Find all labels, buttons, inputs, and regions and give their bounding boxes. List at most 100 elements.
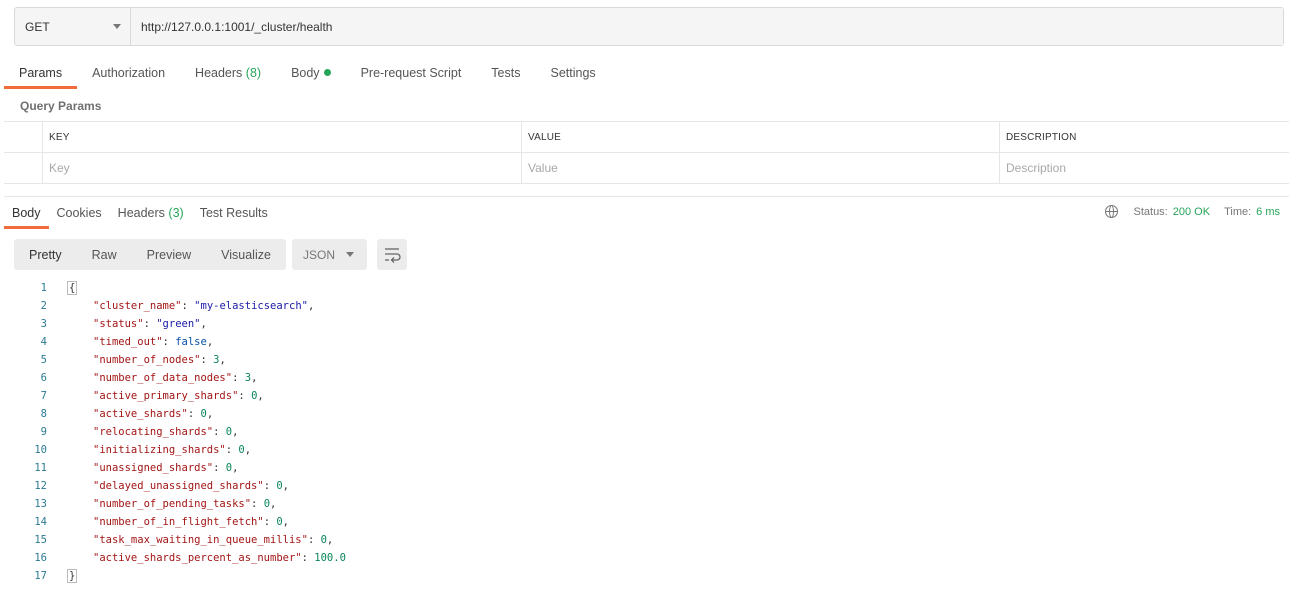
value-input[interactable]: Value — [522, 153, 1000, 183]
json-colon: : — [263, 516, 277, 528]
json-colon: : — [187, 408, 201, 420]
tab-body[interactable]: Body — [276, 57, 346, 89]
tab-authorization[interactable]: Authorization — [77, 57, 180, 89]
section-divider — [4, 196, 1289, 197]
code-line: 17} — [14, 567, 346, 585]
line-number: 14 — [34, 516, 47, 528]
line-number: 2 — [40, 300, 47, 312]
json-colon: : — [238, 390, 252, 402]
format-select[interactable]: JSON — [292, 239, 367, 270]
view-raw-button[interactable]: Raw — [77, 239, 132, 270]
key-input[interactable]: Key — [43, 153, 522, 183]
line-number: 3 — [40, 318, 47, 330]
code-line: 13 "number_of_pending_tasks": 0, — [14, 495, 346, 513]
query-params-title: Query Params — [20, 99, 102, 113]
json-comma: , — [244, 444, 252, 456]
json-value: "my-elasticsearch" — [194, 300, 308, 312]
time-value[interactable]: 6 ms — [1256, 206, 1280, 218]
tab-headers[interactable]: Headers (8) — [180, 57, 276, 89]
code-line: 8 "active_shards": 0, — [14, 405, 346, 423]
code-line: 6 "number_of_data_nodes": 3, — [14, 369, 346, 387]
method-select[interactable]: GET — [15, 8, 131, 45]
description-column-header: DESCRIPTION — [1006, 131, 1077, 143]
json-key: "relocating_shards" — [93, 426, 214, 438]
line-number: 13 — [34, 498, 47, 510]
line-number: 5 — [40, 354, 47, 366]
status-value[interactable]: 200 OK — [1173, 206, 1210, 218]
line-content: { — [47, 281, 78, 295]
line-number: 4 — [40, 336, 47, 348]
wrap-lines-icon — [385, 248, 401, 263]
line-content: "number_of_pending_tasks": 0, — [47, 498, 276, 510]
line-content: "cluster_name": "my-elasticsearch", — [47, 300, 314, 312]
json-comma: , — [257, 390, 264, 402]
tab-label: Params — [19, 66, 63, 80]
view-mode-group: Pretty Raw Preview Visualize — [14, 239, 286, 270]
query-params-table: KEY VALUE DESCRIPTION Key Value Descript… — [4, 121, 1289, 184]
tab-pre-request-script[interactable]: Pre-request Script — [346, 57, 477, 89]
response-body-code[interactable]: 1{2 "cluster_name": "my-elasticsearch", 3 "… — [14, 279, 346, 585]
url-field-container — [131, 8, 1283, 45]
tab-label: Body — [12, 206, 41, 220]
json-comma: , — [307, 300, 315, 312]
json-key: "number_of_data_nodes" — [93, 372, 233, 384]
json-colon: : — [143, 318, 157, 330]
description-input[interactable]: Description — [1000, 153, 1289, 183]
line-content: "timed_out": false, — [47, 336, 213, 348]
tab-tests[interactable]: Tests — [476, 57, 535, 89]
line-content: "unassigned_shards": 0, — [47, 462, 238, 474]
code-line: 3 "status": "green", — [14, 315, 346, 333]
json-comma: , — [270, 498, 277, 510]
json-colon: : — [162, 336, 176, 348]
json-key: "status" — [93, 318, 144, 330]
table-row: Key Value Description — [4, 153, 1289, 184]
tab-label: Headers — [117, 206, 165, 220]
line-number: 10 — [34, 444, 47, 456]
tab-settings[interactable]: Settings — [535, 57, 610, 89]
code-line: 1{ — [14, 279, 346, 297]
line-content: } — [47, 569, 78, 583]
body-indicator-dot — [323, 69, 331, 76]
line-number: 9 — [40, 426, 47, 438]
json-comma: , — [326, 534, 334, 546]
code-line: 10 "initializing_shards": 0, — [14, 441, 346, 459]
view-visualize-button[interactable]: Visualize — [206, 239, 286, 270]
line-content: "initializing_shards": 0, — [47, 444, 251, 456]
json-key: "unassigned_shards" — [93, 462, 214, 474]
response-tab-cookies[interactable]: Cookies — [49, 201, 110, 229]
format-label: JSON — [303, 247, 336, 262]
wrap-lines-button[interactable] — [377, 239, 407, 270]
json-colon: : — [307, 534, 321, 546]
json-key: "cluster_name" — [93, 300, 182, 312]
response-tab-body[interactable]: Body — [4, 201, 49, 229]
json-key: "number_of_pending_tasks" — [93, 498, 252, 510]
response-tab-test-results[interactable]: Test Results — [192, 201, 276, 229]
tab-params[interactable]: Params — [4, 57, 78, 89]
chevron-down-icon — [113, 24, 121, 29]
tab-count-badge: (3) — [168, 206, 184, 220]
json-colon: : — [232, 372, 245, 384]
code-line: 14 "number_of_in_flight_fetch": 0, — [14, 513, 346, 531]
json-colon: : — [301, 552, 315, 564]
code-line: 4 "timed_out": false, — [14, 333, 346, 351]
tab-label: Test Results — [199, 206, 268, 220]
line-number: 11 — [34, 462, 47, 474]
json-key: "task_max_waiting_in_queue_millis" — [93, 534, 308, 546]
globe-icon[interactable] — [1104, 205, 1118, 218]
line-number: 1 — [40, 282, 47, 294]
json-value: 100.0 — [314, 552, 346, 564]
json-comma: , — [206, 408, 214, 420]
view-preview-button[interactable]: Preview — [132, 239, 206, 270]
json-key: "number_of_nodes" — [93, 354, 201, 366]
line-content: "status": "green", — [47, 318, 207, 330]
line-number: 6 — [40, 372, 47, 384]
view-pretty-button[interactable]: Pretty — [14, 239, 77, 270]
request-tabs: Params Authorization Headers (8) Body Pre-re… — [4, 57, 611, 89]
time-label: Time: — [1224, 205, 1252, 218]
code-line: 2 "cluster_name": "my-elasticsearch", — [14, 297, 346, 315]
tab-label: Body — [291, 66, 320, 80]
response-tab-headers[interactable]: Headers (3) — [110, 201, 192, 229]
key-column-header: KEY — [43, 122, 522, 152]
json-key: "active_shards" — [93, 408, 188, 420]
url-input[interactable] — [141, 19, 1283, 34]
